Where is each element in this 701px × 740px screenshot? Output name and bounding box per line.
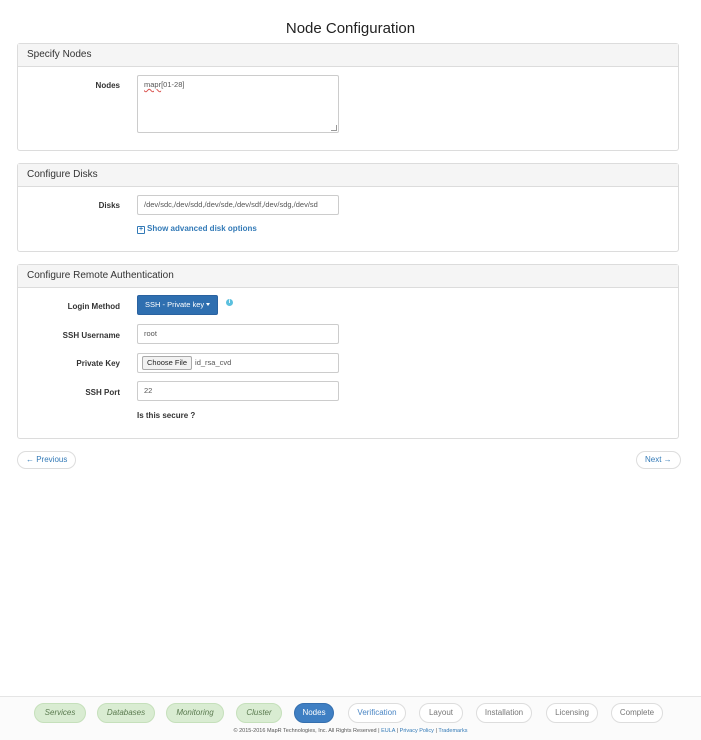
choose-file-button[interactable]: Choose File — [142, 356, 193, 370]
nodes-label: Nodes — [95, 81, 120, 90]
step-installation[interactable]: Installation — [476, 703, 532, 723]
step-layout[interactable]: Layout — [419, 703, 463, 723]
footer: © 2015-2016 MapR Technologies, Inc. All … — [0, 728, 701, 734]
step-services[interactable]: Services — [34, 703, 86, 723]
panel-heading: Specify Nodes — [18, 44, 678, 67]
step-monitoring[interactable]: Monitoring — [166, 703, 224, 723]
disks-input[interactable]: /dev/sdc,/dev/sdd,/dev/sde,/dev/sdf,/dev… — [137, 195, 339, 215]
info-icon[interactable]: i — [226, 299, 233, 306]
step-complete[interactable]: Complete — [611, 703, 663, 723]
configure-disks-panel: Configure Disks Disks /dev/sdc,/dev/sdd,… — [17, 163, 679, 252]
ssh-username-input[interactable]: root — [137, 324, 339, 344]
panel-heading: Configure Remote Authentication — [18, 265, 678, 288]
nodes-value-suffix: [01-28] — [161, 80, 185, 89]
step-licensing[interactable]: Licensing — [546, 703, 598, 723]
remote-auth-panel: Configure Remote Authentication Login Me… — [17, 264, 679, 439]
private-key-file-input[interactable]: Choose File id_rsa_cvd — [137, 353, 339, 373]
specify-nodes-panel: Specify Nodes Nodes mapr[01-28] — [17, 43, 679, 151]
footer-separator: | — [396, 728, 399, 734]
previous-button[interactable]: ← Previous — [17, 451, 77, 469]
ssh-port-label: SSH Port — [85, 388, 120, 397]
panel-heading: Configure Disks — [18, 164, 678, 187]
privacy-policy-link[interactable]: Privacy Policy — [400, 728, 434, 734]
ssh-username-label: SSH Username — [62, 331, 120, 340]
progress-stepper: Services Databases Monitoring Cluster No… — [0, 696, 701, 740]
ssh-port-input[interactable]: 22 — [137, 381, 339, 401]
plus-square-icon: + — [137, 226, 145, 234]
step-nodes[interactable]: Nodes — [294, 703, 334, 723]
footer-separator: | — [435, 728, 437, 734]
step-databases[interactable]: Databases — [97, 703, 155, 723]
caret-down-icon — [206, 303, 211, 306]
show-advanced-disk-options-link[interactable]: + Show advanced disk options — [137, 224, 257, 234]
login-method-dropdown[interactable]: SSH - Private key — [137, 295, 219, 315]
login-method-label: Login Method — [67, 302, 120, 311]
private-key-filename: id_rsa_cvd — [195, 358, 232, 367]
page-title: Node Configuration — [285, 20, 416, 37]
resize-handle-icon[interactable] — [331, 125, 337, 131]
eula-link[interactable]: EULA — [381, 728, 395, 734]
login-method-value: SSH - Private key — [145, 300, 205, 309]
step-cluster[interactable]: Cluster — [236, 703, 282, 723]
nodes-value-prefix: mapr — [144, 80, 162, 89]
copyright-text: © 2015-2016 MapR Technologies, Inc. All … — [233, 728, 380, 734]
private-key-label: Private Key — [76, 359, 120, 368]
trademarks-link[interactable]: Trademarks — [438, 728, 467, 734]
is-this-secure-text[interactable]: Is this secure ? — [137, 411, 195, 420]
next-button[interactable]: Next → — [636, 451, 681, 469]
step-verification[interactable]: Verification — [348, 703, 406, 723]
disks-label: Disks — [98, 201, 120, 210]
advanced-link-label: Show advanced disk options — [147, 224, 257, 233]
nodes-textarea[interactable]: mapr[01-28] — [137, 75, 339, 133]
